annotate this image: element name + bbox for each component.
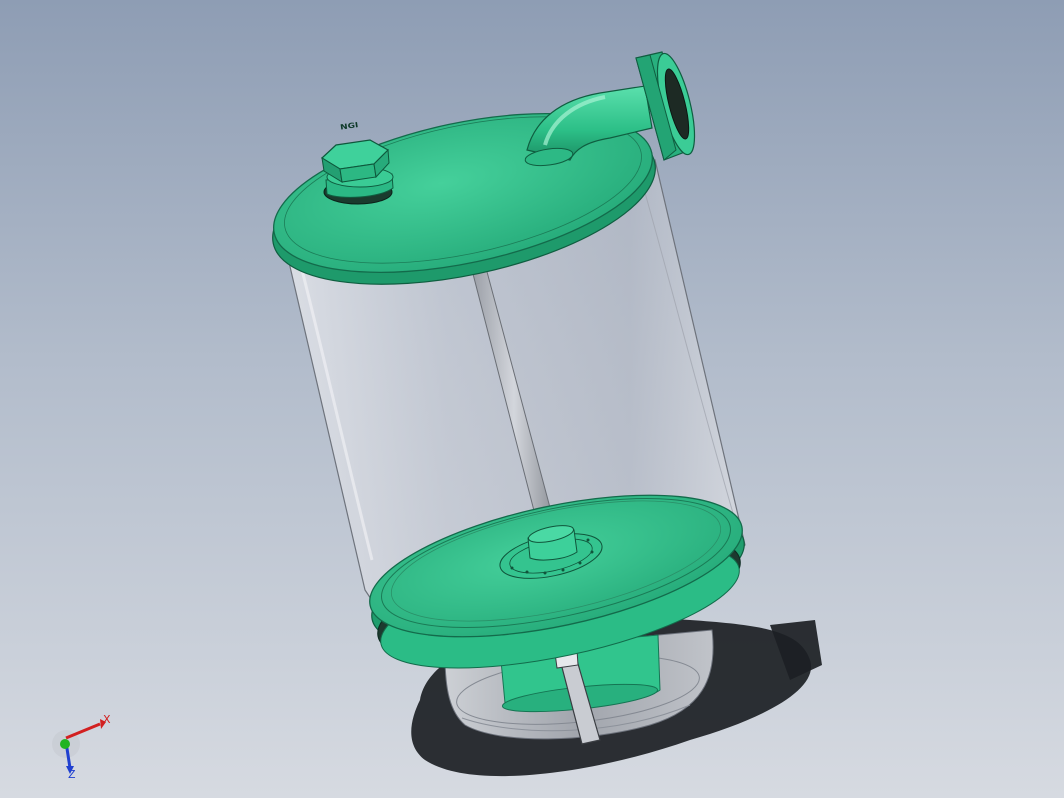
plug-marking: NGI xyxy=(340,120,359,131)
view-triad[interactable]: X Z xyxy=(44,700,124,790)
y-axis-dot xyxy=(60,739,70,749)
drain-plug[interactable]: NGI xyxy=(321,120,394,205)
x-axis-label: X xyxy=(103,713,111,726)
separator-model[interactable]: NGI xyxy=(0,0,1064,798)
z-axis-label: Z xyxy=(68,768,76,781)
3d-viewport[interactable]: NGI X Z xyxy=(0,0,1064,798)
